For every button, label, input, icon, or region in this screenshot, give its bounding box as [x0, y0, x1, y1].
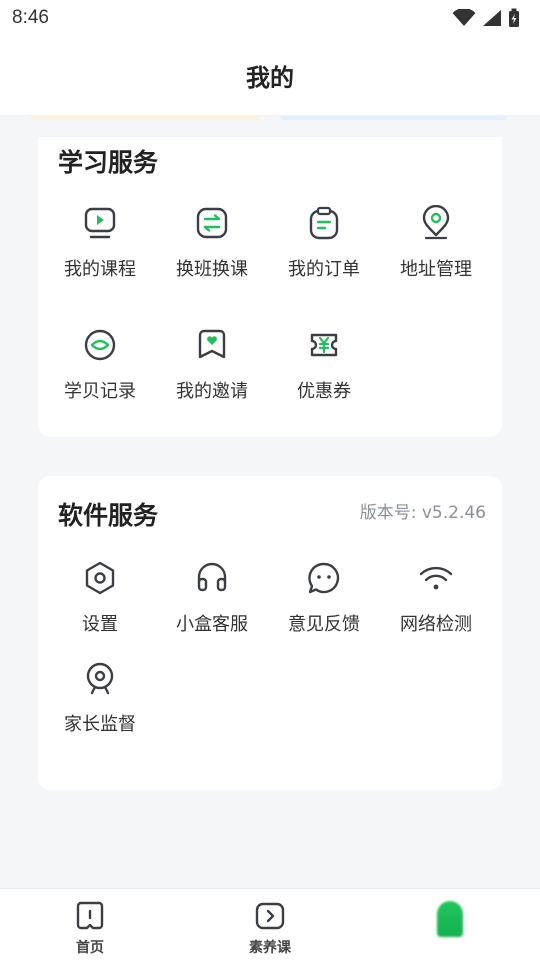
feedback-label: 意见反馈 [288, 614, 360, 635]
banner-card-peek[interactable] [280, 116, 508, 120]
tab-home-label: 首页 [76, 940, 104, 956]
study-services-card: 学习服务 我的课程 换班换课 我的订单 地址管理 学贝记录 我的邀请 优惠券 [38, 137, 502, 437]
network-check-button[interactable]: 网络检测 [380, 560, 492, 670]
webcam-icon [86, 662, 114, 695]
invite-heart-icon [198, 329, 226, 359]
cell-signal-icon [483, 10, 501, 26]
tab-literacy-course[interactable]: 素养课 [180, 889, 360, 960]
play-box-icon [255, 902, 285, 930]
software-services-title: 软件服务 [58, 501, 159, 530]
coin-record-button[interactable]: 学贝记录 [44, 327, 156, 437]
status-time: 8:46 [12, 7, 49, 28]
address-manage-button[interactable]: 地址管理 [380, 205, 492, 315]
app-version: 版本号: v5.2.46 [359, 503, 486, 523]
page-header: 我的 [0, 36, 540, 116]
coupons-button[interactable]: 优惠券 [268, 327, 380, 437]
my-courses-button[interactable]: 我的课程 [44, 205, 156, 315]
feedback-button[interactable]: 意见反馈 [268, 560, 380, 670]
my-orders-label: 我的订单 [288, 259, 360, 280]
customer-service-label: 小盒客服 [176, 614, 248, 635]
battery-icon [509, 8, 519, 27]
coupons-label: 优惠券 [297, 381, 351, 402]
network-check-label: 网络检测 [400, 614, 472, 635]
coin-record-label: 学贝记录 [64, 381, 136, 402]
my-invites-label: 我的邀请 [176, 381, 248, 402]
swap-class-label: 换班换课 [176, 259, 248, 280]
swap-class-icon [196, 207, 228, 239]
settings-hex-icon [85, 561, 115, 595]
tab-profile[interactable] [360, 889, 540, 960]
settings-label: 设置 [82, 614, 118, 635]
parental-supervision-label: 家长监督 [64, 714, 136, 735]
my-invites-button[interactable]: 我的邀请 [156, 327, 268, 437]
coupon-yen-icon [310, 333, 338, 357]
customer-service-button[interactable]: 小盒客服 [156, 560, 268, 670]
wifi-signal-icon [452, 9, 476, 26]
status-icons [452, 8, 520, 28]
home-book-icon [76, 901, 104, 930]
course-play-icon [84, 207, 116, 239]
address-manage-label: 地址管理 [400, 259, 472, 280]
page-title: 我的 [246, 64, 294, 92]
parental-supervision-button[interactable]: 家长监督 [44, 660, 156, 770]
feedback-chat-icon [308, 562, 340, 594]
software-services-card: 软件服务 版本号: v5.2.46 设置 小盒客服 意见反馈 网络检测 家长监督 [38, 476, 502, 790]
banner-card-peek[interactable] [30, 116, 260, 120]
bottom-tab-bar: 首页 素养课 [0, 888, 540, 960]
coin-record-icon [84, 329, 116, 361]
profile-active-icon [437, 901, 463, 937]
order-clipboard-icon [309, 206, 339, 240]
tab-home[interactable]: 首页 [0, 889, 180, 960]
swap-class-button[interactable]: 换班换课 [156, 205, 268, 315]
tab-literacy-course-label: 素养课 [249, 940, 291, 956]
my-orders-button[interactable]: 我的订单 [268, 205, 380, 315]
wifi-icon [419, 566, 453, 590]
status-bar: 8:46 [0, 0, 540, 36]
my-courses-label: 我的课程 [64, 259, 136, 280]
location-pin-icon [422, 205, 450, 240]
study-services-title: 学习服务 [58, 148, 159, 177]
headset-icon [197, 562, 227, 592]
settings-button[interactable]: 设置 [44, 560, 156, 670]
